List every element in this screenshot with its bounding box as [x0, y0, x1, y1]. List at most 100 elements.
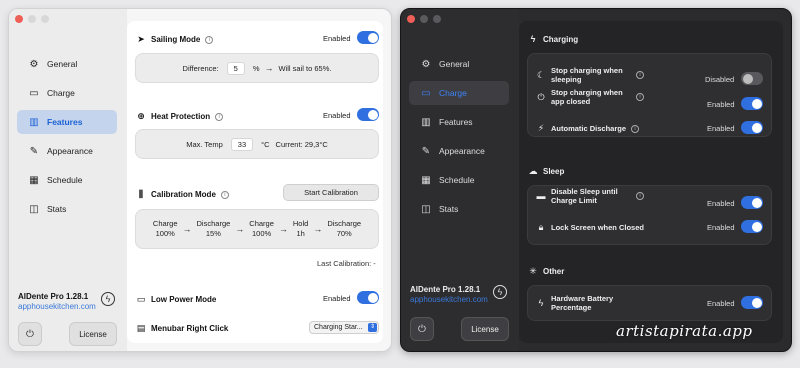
lock-screen-when-closed: 🔒︎ Lock Screen when Closed	[535, 222, 644, 233]
app-link[interactable]: apphousekitchen.com	[18, 302, 96, 312]
auto-discharge-status: Enabled	[707, 124, 735, 133]
calibration-step: Charge 100%	[152, 219, 178, 238]
hardware-percentage-toggle[interactable]	[741, 296, 763, 309]
heat-settings: Max. Temp 33 °C Current: 29,3°C	[135, 129, 379, 159]
light-window: ⚙ General ▭ Charge ▥ Features ✎ Appearance ▦…	[8, 8, 392, 352]
zoom-button[interactable]	[41, 15, 49, 23]
info-icon[interactable]: i	[220, 190, 229, 199]
license-button[interactable]: License	[69, 322, 117, 346]
disable-sleep-until-limit: ▬ Disable Sleep until Charge Limit i	[535, 187, 644, 205]
calibration-step: Charge 100%	[249, 219, 274, 238]
info-icon[interactable]: i	[636, 192, 644, 200]
arrow-right-icon: →	[182, 224, 192, 234]
stop-app-closed-toggle[interactable]	[741, 97, 763, 110]
info-icon[interactable]: i	[205, 35, 214, 44]
last-calibration: Last Calibration: -	[317, 259, 376, 268]
sidebar-item-general[interactable]: ⚙ General	[409, 52, 509, 76]
low-power-status: Enabled	[323, 294, 351, 303]
info-icon[interactable]: i	[631, 124, 640, 133]
info-icon[interactable]: i	[636, 71, 644, 79]
arrow-right-icon: →	[313, 224, 323, 234]
info-icon[interactable]: i	[636, 93, 644, 101]
stop-sleeping-toggle[interactable]	[741, 72, 763, 85]
info-icon[interactable]: i	[215, 112, 224, 121]
menubar-action-select[interactable]: Charging Star... ⇕	[309, 321, 379, 334]
zoom-button[interactable]	[433, 15, 441, 23]
app-name: AlDente Pro 1.28.1	[410, 285, 481, 294]
close-button[interactable]	[15, 15, 23, 23]
hardware-battery-percentage: ϟ Hardware Battery Percentage	[535, 294, 621, 312]
sidebar-item-charge[interactable]: ▭ Charge	[409, 81, 509, 105]
window-controls[interactable]	[15, 15, 49, 23]
sidebar: ⚙ General ▭ Charge ▥ Features ✎ Appearance ▦…	[9, 9, 127, 351]
stats-icon: ◫	[421, 203, 431, 215]
bolt-slash-icon[interactable]: ϟ	[101, 292, 115, 306]
lock-icon: 🔒︎	[538, 222, 544, 232]
moon-icon: ☾	[536, 69, 546, 80]
power-icon: ⏻	[26, 328, 34, 340]
stop-charging-app-closed: ⏻ Stop charging when app closed i	[535, 88, 644, 106]
license-button[interactable]: License	[461, 317, 509, 341]
heat-status: Enabled	[323, 111, 351, 120]
menubar-icon: ▤	[136, 323, 146, 333]
sidebar-item-schedule[interactable]: ▦ Schedule	[409, 168, 509, 192]
sidebar-item-charge[interactable]: ▭ Charge	[17, 81, 117, 105]
sailing-icon: ➤	[137, 34, 145, 44]
start-calibration-button[interactable]: Start Calibration	[283, 184, 379, 201]
stop-sleeping-status: Disabled	[705, 75, 735, 84]
sparkle-icon: ✳	[529, 266, 537, 276]
calibration-step: Discharge 70%	[327, 219, 362, 238]
power-button[interactable]: ⏻	[410, 317, 434, 341]
sidebar-item-stats[interactable]: ◫ Stats	[17, 197, 117, 221]
sleep-header: ☁ Sleep	[528, 166, 565, 176]
gear-icon: ⚙	[29, 58, 39, 70]
menubar-right-click-header: ▤ Menubar Right Click	[136, 323, 229, 333]
sidebar-item-general[interactable]: ⚙ General	[17, 52, 117, 76]
app-link[interactable]: apphousekitchen.com	[410, 295, 488, 305]
app-info: AlDente Pro 1.28.1 apphousekitchen.com	[18, 292, 96, 312]
power-icon: ⏻	[418, 323, 426, 335]
minimize-button[interactable]	[28, 15, 36, 23]
sailing-toggle[interactable]	[357, 31, 379, 44]
lock-screen-toggle[interactable]	[741, 220, 763, 233]
bolt-slash-icon[interactable]: ϟ	[493, 285, 507, 299]
calendar-icon: ▦	[421, 174, 431, 186]
minimize-button[interactable]	[420, 15, 428, 23]
automatic-discharge: ⚡ Automatic Discharge i	[535, 123, 640, 133]
battery-icon: ▭	[29, 87, 39, 99]
bolt-circle-icon: ϟ	[530, 34, 536, 44]
window-controls[interactable]	[407, 15, 441, 23]
disable-sleep-status: Enabled	[707, 199, 735, 208]
sidebar-item-appearance[interactable]: ✎ Appearance	[409, 139, 509, 163]
sidebar-item-stats[interactable]: ◫ Stats	[409, 197, 509, 221]
sidebar-item-appearance[interactable]: ✎ Appearance	[17, 139, 117, 163]
features-panel: ➤ Sailing Mode i Enabled Difference: 5 % →…	[127, 21, 383, 343]
battery-icon: ▭	[421, 87, 431, 99]
calibration-step: Hold 1h	[292, 219, 309, 238]
low-power-header: ▭ Low Power Mode	[136, 294, 217, 304]
stop-charging-sleeping: ☾ Stop charging when sleeping i	[535, 66, 644, 84]
chart-bars-icon: ▥	[421, 116, 431, 128]
difference-input[interactable]: 5	[226, 61, 245, 75]
stats-icon: ◫	[29, 203, 39, 215]
close-button[interactable]	[407, 15, 415, 23]
stop-app-closed-status: Enabled	[707, 100, 735, 109]
low-power-toggle[interactable]	[357, 291, 379, 304]
bolt-slash-icon: ϟ	[538, 297, 544, 308]
sidebar-item-features[interactable]: ▥ Features	[17, 110, 117, 134]
auto-discharge-toggle[interactable]	[741, 121, 763, 134]
discharge-icon: ⚡	[537, 123, 545, 133]
arrow-right-icon: →	[235, 224, 245, 234]
heat-toggle[interactable]	[357, 108, 379, 121]
dark-window: ⚙ General ▭ Charge ▥ Features ✎ Appearance ▦…	[400, 8, 792, 352]
calibration-mode-header: ⫼ Calibration Mode i	[135, 189, 229, 200]
gear-icon: ⚙	[421, 58, 431, 70]
sidebar-item-features[interactable]: ▥ Features	[409, 110, 509, 134]
app-info: AlDente Pro 1.28.1 apphousekitchen.com	[410, 285, 488, 305]
sidebar-item-schedule[interactable]: ▦ Schedule	[17, 168, 117, 192]
power-button[interactable]: ⏻	[18, 322, 42, 346]
sliders-icon: ⫼	[138, 189, 144, 199]
disable-sleep-toggle[interactable]	[741, 196, 763, 209]
max-temp-input[interactable]: 33	[230, 137, 254, 151]
sailing-status: Enabled	[323, 34, 351, 43]
